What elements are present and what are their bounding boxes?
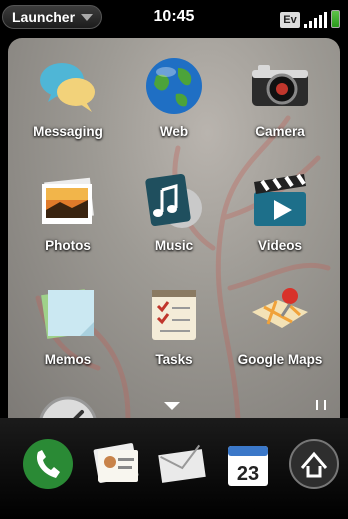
app-videos[interactable]: Videos: [226, 152, 334, 262]
calendar-icon: 23: [228, 446, 268, 486]
clock-icon: [36, 394, 100, 418]
status-bar: Launcher 10:45 Ev: [0, 0, 348, 34]
app-music[interactable]: Music: [120, 152, 228, 262]
app-label: Tasks: [155, 352, 193, 367]
memo-icon: [36, 282, 100, 346]
app-clock[interactable]: [14, 378, 122, 418]
launcher-card: Messaging Web Camera Photos Music Videos…: [8, 38, 340, 418]
app-camera[interactable]: Camera: [226, 38, 334, 148]
map-pin-icon: [248, 282, 312, 346]
dock-launcher[interactable]: [286, 436, 342, 492]
quick-launch-dock: 23: [0, 418, 348, 519]
page-indicator: [316, 400, 326, 410]
speech-bubbles-icon: [36, 54, 100, 118]
calendar-date: 23: [237, 463, 259, 485]
dock-contacts[interactable]: [88, 436, 144, 492]
email-icon: [158, 444, 206, 483]
camera-icon: [248, 54, 312, 118]
globe-icon: [142, 54, 206, 118]
app-label: Camera: [255, 124, 305, 139]
launcher-home-icon: [289, 439, 339, 489]
app-label: Videos: [257, 238, 303, 253]
scroll-down-arrow-icon[interactable]: [164, 402, 180, 410]
photos-icon: [36, 168, 100, 232]
dock-email[interactable]: [154, 436, 210, 492]
signal-bars-icon: [304, 12, 327, 28]
app-label: Web: [159, 124, 189, 139]
app-label: Memos: [44, 352, 92, 367]
status-icons: Ev: [280, 8, 340, 28]
clapperboard-icon: [248, 168, 312, 232]
app-label: Photos: [45, 238, 91, 253]
app-messaging[interactable]: Messaging: [14, 38, 122, 148]
app-tasks[interactable]: Tasks: [120, 266, 228, 376]
dock-calendar[interactable]: 23: [220, 436, 276, 492]
dock-phone[interactable]: [20, 436, 76, 492]
app-memos[interactable]: Memos: [14, 266, 122, 376]
network-badge: Ev: [280, 12, 300, 28]
checklist-icon: [142, 282, 206, 346]
app-label: Messaging: [33, 124, 103, 139]
contacts-icon: [93, 443, 139, 483]
app-web[interactable]: Web: [120, 38, 228, 148]
app-photos[interactable]: Photos: [14, 152, 122, 262]
music-note-icon: [142, 168, 206, 232]
phone-icon: [23, 439, 73, 489]
app-label: Music: [154, 238, 194, 253]
battery-icon: [331, 10, 340, 28]
app-google-maps[interactable]: Google Maps: [226, 266, 334, 376]
app-label: Google Maps: [237, 352, 323, 367]
